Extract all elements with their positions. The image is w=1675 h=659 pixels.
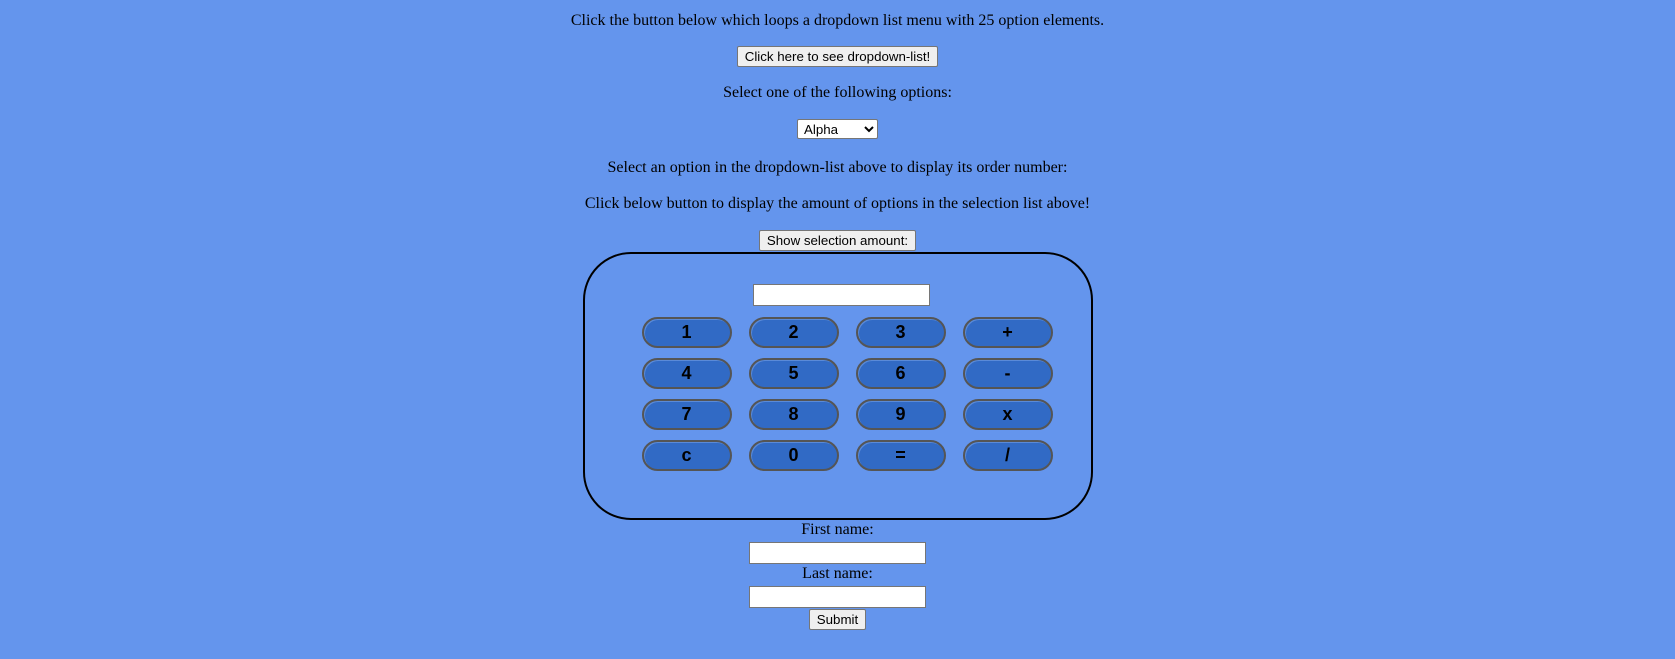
key-6[interactable]: 6 [855, 358, 946, 389]
page: Click the button below which loops a dro… [0, 0, 1675, 630]
first-name-input[interactable] [749, 542, 926, 564]
key-3[interactable]: 3 [855, 317, 946, 348]
select-prompt: Select one of the following options: [723, 84, 952, 101]
key-divide[interactable]: / [962, 440, 1053, 471]
key-minus[interactable]: - [962, 358, 1053, 389]
options-select[interactable]: Alpha [797, 119, 878, 139]
last-name-label: Last name: [802, 565, 873, 582]
key-8[interactable]: 8 [748, 399, 839, 430]
show-dropdown-button[interactable]: Click here to see dropdown-list! [736, 46, 939, 67]
intro-text: Click the button below which loops a dro… [570, 12, 1105, 29]
submit-button[interactable]: Submit [808, 609, 867, 630]
first-name-label: First name: [801, 521, 874, 538]
order-hint-text: Select an option in the dropdown-list ab… [607, 159, 1068, 176]
key-5[interactable]: 5 [748, 358, 839, 389]
amount-hint-text: Click below button to display the amount… [584, 195, 1091, 212]
key-equals[interactable]: = [855, 440, 946, 471]
key-0[interactable]: 0 [748, 440, 839, 471]
calculator: 1 2 3 + 4 5 6 - 7 8 9 x c 0 = / [582, 252, 1093, 520]
calculator-display[interactable] [752, 284, 930, 306]
last-name-input[interactable] [749, 586, 926, 608]
key-7[interactable]: 7 [641, 399, 732, 430]
show-selection-amount-button[interactable]: Show selection amount: [758, 230, 917, 251]
key-plus[interactable]: + [962, 317, 1053, 348]
calculator-keypad: 1 2 3 + 4 5 6 - 7 8 9 x c 0 = / [641, 317, 1053, 471]
key-4[interactable]: 4 [641, 358, 732, 389]
key-clear[interactable]: c [641, 440, 732, 471]
name-form: First name: Last name: Submit [749, 520, 926, 630]
select-wrapper: Alpha [797, 119, 878, 139]
key-multiply[interactable]: x [962, 399, 1053, 430]
key-2[interactable]: 2 [748, 317, 839, 348]
key-9[interactable]: 9 [855, 399, 946, 430]
key-1[interactable]: 1 [641, 317, 732, 348]
